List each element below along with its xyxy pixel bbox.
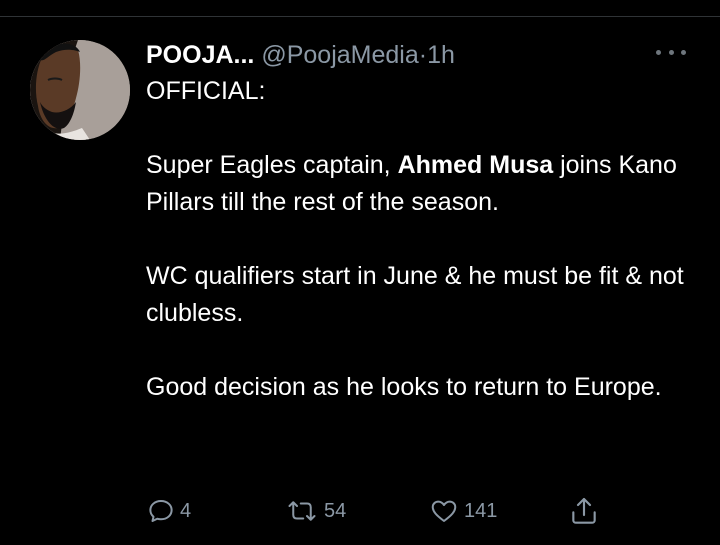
more-dot bbox=[668, 49, 674, 55]
avatar-photo bbox=[30, 40, 130, 140]
tweet-actions: 4 54 141 bbox=[146, 494, 626, 528]
reply-button[interactable]: 4 bbox=[146, 494, 191, 528]
more-dot bbox=[656, 49, 661, 55]
user-handle[interactable]: @PoojaMedia bbox=[261, 41, 418, 69]
top-divider bbox=[0, 16, 720, 17]
retweet-button[interactable]: 54 bbox=[284, 494, 346, 528]
reply-icon bbox=[149, 500, 173, 522]
more-dots-icon[interactable] bbox=[656, 42, 686, 62]
tweet-paragraph-2: WC qualifiers start in June & he must be… bbox=[146, 262, 684, 327]
tweet-paragraph-1: Super Eagles captain, Ahmed Musa joins K… bbox=[146, 147, 691, 221]
separator-dot: · bbox=[418, 41, 428, 69]
tweet-line-official: OFFICIAL: bbox=[146, 77, 266, 105]
reply-count: 4 bbox=[180, 499, 192, 522]
retweet-icon bbox=[288, 501, 316, 521]
tweet-text: Super Eagles captain, bbox=[146, 151, 398, 179]
like-count: 141 bbox=[464, 499, 498, 522]
retweet-count: 54 bbox=[324, 499, 347, 522]
more-dot bbox=[681, 49, 686, 55]
tweet-time[interactable]: 1h bbox=[427, 41, 455, 69]
heart-icon bbox=[431, 500, 457, 522]
tweet-bold-name: Ahmed Musa bbox=[397, 151, 554, 179]
like-button[interactable]: 141 bbox=[428, 494, 497, 528]
display-name[interactable]: POOJA... bbox=[146, 41, 254, 69]
avatar[interactable] bbox=[30, 40, 130, 140]
tweet-body: OFFICIAL: Super Eagles captain, Ahmed Mu… bbox=[146, 73, 691, 406]
tweet-paragraph-3: Good decision as he looks to return to E… bbox=[146, 373, 662, 401]
tweet-header: POOJA... @PoojaMedia·1h bbox=[146, 38, 650, 72]
share-icon bbox=[572, 497, 596, 524]
share-button[interactable] bbox=[568, 494, 600, 528]
